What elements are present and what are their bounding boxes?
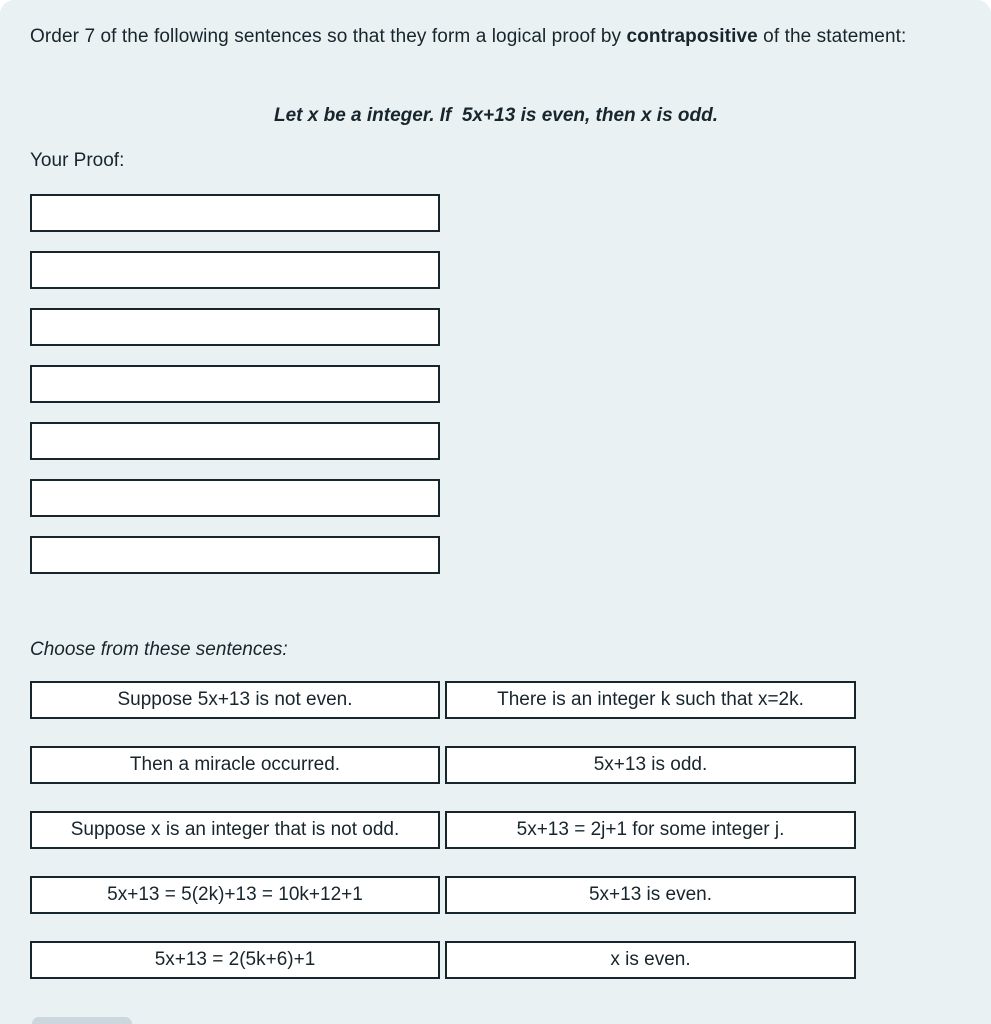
sentence-choice-button[interactable]: 5x+13 = 2j+1 for some integer j.	[445, 811, 856, 849]
proof-slot[interactable]	[30, 365, 440, 403]
sentence-choice-button[interactable]: There is an integer k such that x=2k.	[445, 681, 856, 719]
choice-row: 5x+13 = 5(2k)+13 = 10k+12+1 5x+13 is eve…	[30, 876, 856, 914]
proof-slot[interactable]	[30, 479, 440, 517]
statement-text: Let x be a integer. If 5x+13 is even, th…	[273, 105, 719, 126]
proof-slot[interactable]	[30, 308, 440, 346]
sentence-choice-button[interactable]: 5x+13 = 2(5k+6)+1	[30, 941, 440, 979]
proof-slot[interactable]	[30, 251, 440, 289]
proof-slot[interactable]	[30, 536, 440, 574]
choose-sentences-label: Choose from these sentences:	[30, 639, 288, 660]
sentence-choice-button[interactable]: 5x+13 is even.	[445, 876, 856, 914]
sentence-choice-grid: Suppose 5x+13 is not even. There is an i…	[30, 681, 856, 1006]
your-proof-label: Your Proof:	[30, 150, 125, 171]
sentence-choice-button[interactable]: x is even.	[445, 941, 856, 979]
proof-slot[interactable]	[30, 194, 440, 232]
prompt-text: Order 7 of the following sentences so th…	[30, 22, 960, 51]
choice-row: 5x+13 = 2(5k+6)+1 x is even.	[30, 941, 856, 979]
sentence-choice-button[interactable]: 5x+13 is odd.	[445, 746, 856, 784]
sentence-choice-button[interactable]: Suppose 5x+13 is not even.	[30, 681, 440, 719]
sentence-choice-button[interactable]: 5x+13 = 5(2k)+13 = 10k+12+1	[30, 876, 440, 914]
prompt-before-bold: Order 7 of the following sentences so th…	[30, 26, 627, 47]
prompt-bold-word: contrapositive	[626, 26, 758, 47]
sentence-choice-button[interactable]: Then a miracle occurred.	[30, 746, 440, 784]
proof-slot-list	[30, 194, 440, 593]
proof-slot[interactable]	[30, 422, 440, 460]
choice-row: Then a miracle occurred. 5x+13 is odd.	[30, 746, 856, 784]
prompt-after-bold: of the statement:	[757, 26, 907, 47]
choice-row: Suppose x is an integer that is not odd.…	[30, 811, 856, 849]
exercise-panel: Order 7 of the following sentences so th…	[0, 0, 991, 1024]
bottom-action-button[interactable]	[32, 1017, 132, 1024]
choice-row: Suppose 5x+13 is not even. There is an i…	[30, 681, 856, 719]
sentence-choice-button[interactable]: Suppose x is an integer that is not odd.	[30, 811, 440, 849]
